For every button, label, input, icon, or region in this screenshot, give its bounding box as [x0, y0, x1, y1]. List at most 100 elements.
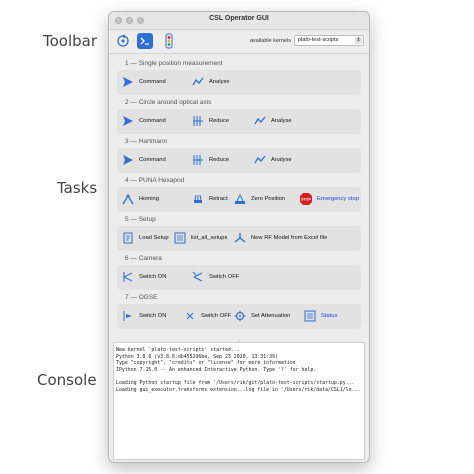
task-panel: 1 — Single position measurement Command An… [113, 56, 365, 329]
send-icon [121, 153, 135, 167]
refresh-button[interactable] [115, 33, 131, 49]
stop-icon: STOP [299, 192, 313, 206]
toolbar: available kernels plato-test-scripts ⇕ [109, 30, 369, 54]
task-label: Analyse [209, 79, 230, 85]
task-label: list_all_setups [191, 235, 228, 241]
task-emergency-stop[interactable]: STOP Emergency stop [299, 192, 359, 206]
zero-position-icon [233, 192, 247, 206]
task-label: Analyse [271, 118, 292, 124]
camera-off-icon [191, 270, 205, 284]
console-line: Type "copyright", "credits" or "license"… [116, 360, 296, 367]
task-switch-on[interactable]: Switch ON [121, 309, 166, 323]
task-label: Command [139, 157, 166, 163]
task-label: Retract [209, 196, 228, 202]
list-icon [173, 231, 187, 245]
group-title: 3 — Hartmann [125, 138, 168, 145]
task-group: Command Reduce Analyse [117, 148, 361, 173]
task-command[interactable]: Command [121, 114, 166, 128]
task-retract[interactable]: Retract [191, 192, 228, 206]
camera-on-icon [121, 270, 135, 284]
group-title: 4 — PUNA Hexapod [125, 177, 185, 184]
reduce-icon [191, 114, 205, 128]
console-line: Python 3.8.6 (v3.8.6:db455296be, Sep 23 … [116, 353, 278, 360]
stop-sign-text: STOP [301, 198, 311, 202]
send-icon [121, 75, 135, 89]
traffic-light-button[interactable] [161, 33, 177, 49]
group-title: 7 — OGSE [125, 294, 158, 301]
chevron-updown-icon: ⇕ [355, 37, 362, 44]
console-output[interactable]: New kernel 'plato-test-scripts' started.… [113, 342, 365, 460]
task-label: Status [321, 313, 338, 319]
task-analyse[interactable]: Analyse [191, 75, 230, 89]
group-title: 5 — Setup [125, 216, 156, 223]
console-annotation: Console [37, 371, 97, 389]
task-status[interactable]: Status [303, 309, 337, 323]
console-line: Loading Python startup file from '/Users… [116, 379, 355, 386]
ogse-off-icon [183, 309, 197, 323]
task-label: Homing [139, 196, 159, 202]
task-label: Load Setup [139, 235, 169, 241]
console-line: New kernel 'plato-test-scripts' started.… [116, 347, 240, 353]
task-switch-on[interactable]: Switch ON [121, 270, 166, 284]
group-title: 6 — Camera [125, 255, 162, 262]
reduce-icon [191, 153, 205, 167]
kernel-label: available kernels [250, 38, 291, 44]
task-label: Reduce [209, 157, 229, 163]
console-line: IPython 7.15.0 -- An enhanced Interactiv… [116, 366, 317, 373]
task-label: Emergency stop [317, 196, 359, 202]
task-list-all-setups[interactable]: list_all_setups [173, 231, 227, 245]
task-reduce[interactable]: Reduce [191, 114, 229, 128]
title-bar: CSL Operator GUI [109, 12, 369, 30]
task-load-setup[interactable]: Load Setup [121, 231, 169, 245]
task-analyse[interactable]: Analyse [253, 153, 292, 167]
task-group: Switch ON Switch OFF Set Attenuation Status [117, 304, 361, 329]
task-label: Command [139, 118, 166, 124]
task-command[interactable]: Command [121, 75, 166, 89]
task-group: Load Setup list_all_setups New RF Model fr… [117, 226, 361, 251]
refresh-icon [117, 34, 129, 47]
task-analyse[interactable]: Analyse [253, 114, 292, 128]
task-label: New RF Model from Excel file [251, 235, 328, 241]
group-title: 2 — Circle around optical axis [125, 99, 212, 106]
traffic-light-icon [165, 33, 173, 49]
terminal-button[interactable] [137, 33, 153, 49]
ogse-on-icon [121, 309, 135, 323]
attenuation-icon [233, 309, 247, 323]
task-label: Set Attenuation [251, 313, 291, 319]
task-set-attenuation[interactable]: Set Attenuation [233, 309, 290, 323]
kernel-select-value: plato-test-scripts [298, 37, 339, 43]
task-switch-off[interactable]: Switch OFF [191, 270, 239, 284]
task-reduce[interactable]: Reduce [191, 153, 229, 167]
status-icon [303, 309, 317, 323]
kernel-select[interactable]: plato-test-scripts ⇕ [294, 35, 364, 46]
send-icon [121, 114, 135, 128]
task-label: Switch OFF [209, 274, 240, 280]
task-label: Switch ON [139, 313, 167, 319]
task-label: Reduce [209, 118, 229, 124]
task-label: Zero Position [251, 196, 286, 202]
task-zero-position[interactable]: Zero Position [233, 192, 285, 206]
task-new-rf-model-from-excel-file[interactable]: New RF Model from Excel file [233, 231, 327, 245]
task-group: Switch ON Switch OFF [117, 265, 361, 290]
task-switch-off[interactable]: Switch OFF [183, 309, 231, 323]
model-icon [233, 231, 247, 245]
terminal-icon [140, 37, 149, 45]
tasks-annotation: Tasks [57, 179, 98, 197]
analyse-icon [253, 114, 267, 128]
app-window: CSL Operator GUI available kernels plato… [108, 11, 370, 463]
task-group: Command Analyse [117, 70, 361, 95]
analyse-icon [191, 75, 205, 89]
task-command[interactable]: Command [121, 153, 166, 167]
homing-icon [121, 192, 135, 206]
task-label: Switch OFF [201, 313, 232, 319]
retract-icon [191, 192, 205, 206]
toolbar-annotation: Toolbar [43, 32, 98, 50]
console-line: Loading gui_executor.transforms extensio… [116, 386, 361, 393]
load-setup-icon [121, 231, 135, 245]
task-homing[interactable]: Homing [121, 192, 159, 206]
task-label: Command [139, 79, 166, 85]
task-label: Switch ON [139, 274, 167, 280]
task-group: Command Reduce Analyse [117, 109, 361, 134]
task-group: Homing Retract Zero Position STOP Emergency … [117, 187, 361, 212]
